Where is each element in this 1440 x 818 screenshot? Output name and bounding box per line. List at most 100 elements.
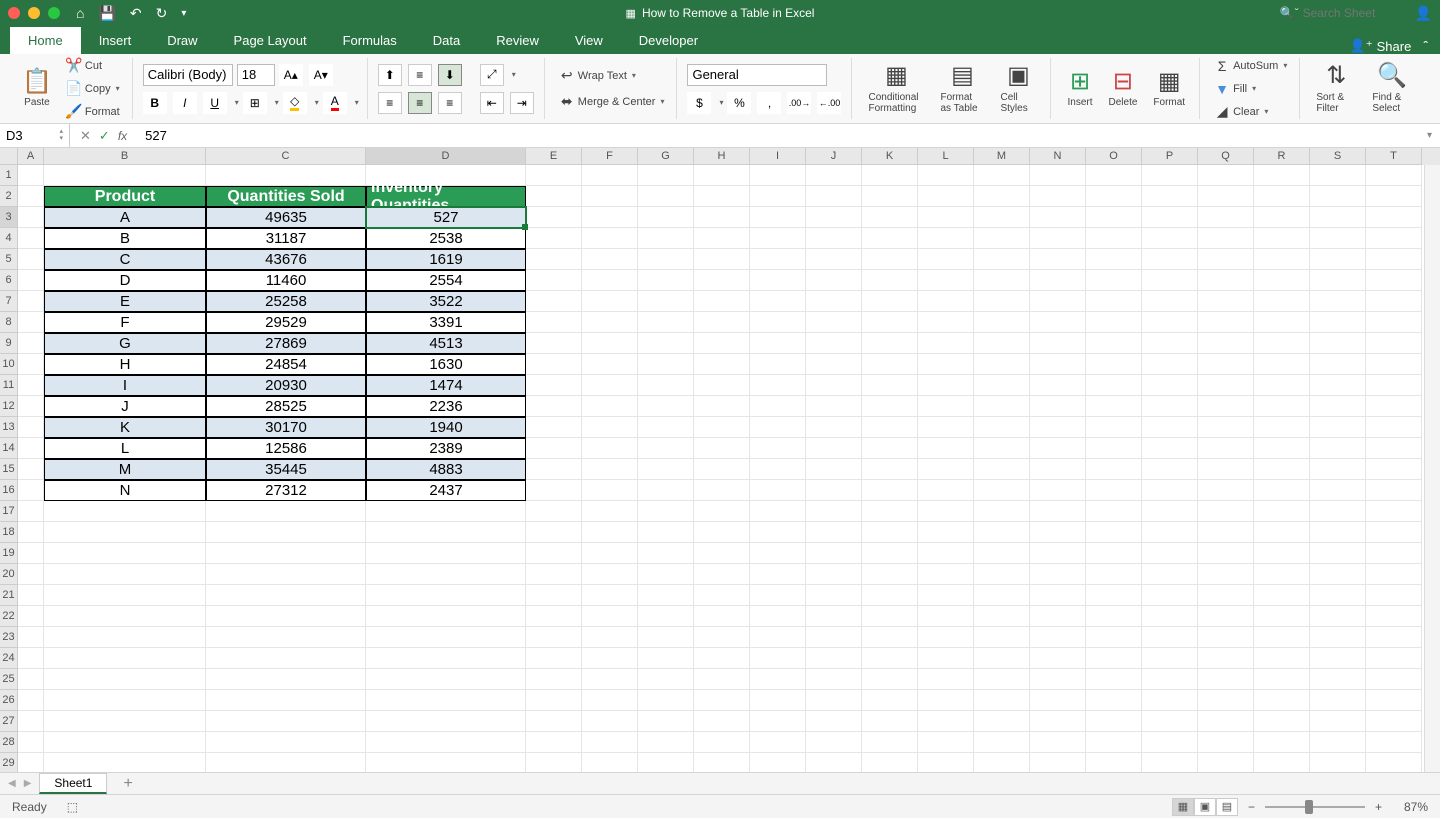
cell[interactable] — [1254, 564, 1310, 585]
column-header[interactable]: H — [694, 148, 750, 165]
cell[interactable] — [18, 249, 44, 270]
cell[interactable] — [1198, 186, 1254, 207]
cell[interactable] — [806, 312, 862, 333]
cell[interactable] — [582, 501, 638, 522]
cell[interactable] — [1254, 480, 1310, 501]
column-header[interactable]: R — [1254, 148, 1310, 165]
cell[interactable] — [18, 291, 44, 312]
maximize-window-button[interactable] — [48, 7, 60, 19]
cell[interactable] — [1310, 711, 1366, 732]
cell[interactable] — [974, 501, 1030, 522]
cell[interactable] — [1030, 312, 1086, 333]
cell[interactable] — [638, 249, 694, 270]
cell[interactable] — [918, 207, 974, 228]
save-icon[interactable]: 💾 — [98, 5, 115, 22]
table-cell[interactable]: I — [44, 375, 206, 396]
ribbon-tab-developer[interactable]: Developer — [621, 27, 716, 54]
cell[interactable] — [1254, 165, 1310, 186]
cell[interactable] — [974, 648, 1030, 669]
cell[interactable] — [1030, 648, 1086, 669]
cell[interactable] — [638, 732, 694, 753]
cell[interactable] — [750, 228, 806, 249]
cell[interactable] — [526, 753, 582, 772]
cell[interactable] — [582, 165, 638, 186]
orientation-button[interactable]: ⤢ — [480, 64, 504, 86]
column-header[interactable]: B — [44, 148, 206, 165]
cell[interactable] — [582, 627, 638, 648]
cell[interactable] — [1142, 459, 1198, 480]
table-cell[interactable]: 4513 — [366, 333, 526, 354]
cell[interactable] — [18, 753, 44, 772]
cell[interactable] — [582, 207, 638, 228]
column-header[interactable]: S — [1310, 148, 1366, 165]
cell[interactable] — [862, 417, 918, 438]
cell[interactable] — [1142, 606, 1198, 627]
fill-button[interactable]: ▼Fill▾ — [1210, 79, 1291, 99]
cell[interactable] — [1142, 396, 1198, 417]
cell[interactable] — [582, 711, 638, 732]
cell-styles-button[interactable]: ▣Cell Styles — [994, 61, 1042, 115]
cell[interactable] — [750, 165, 806, 186]
cell[interactable] — [1086, 753, 1142, 772]
cell[interactable] — [862, 333, 918, 354]
fx-button[interactable]: fx — [118, 129, 127, 143]
cell[interactable] — [18, 501, 44, 522]
cell[interactable] — [18, 375, 44, 396]
cell[interactable] — [582, 585, 638, 606]
cell[interactable] — [1366, 585, 1422, 606]
normal-view-button[interactable]: ▦ — [1172, 798, 1194, 816]
cell[interactable] — [206, 543, 366, 564]
column-header[interactable]: G — [638, 148, 694, 165]
cell[interactable] — [366, 753, 526, 772]
cell[interactable] — [18, 333, 44, 354]
cell[interactable] — [1254, 270, 1310, 291]
cell[interactable] — [1254, 753, 1310, 772]
cell[interactable] — [638, 165, 694, 186]
cell[interactable] — [1086, 711, 1142, 732]
cell[interactable] — [44, 522, 206, 543]
cell[interactable] — [638, 648, 694, 669]
cell[interactable] — [694, 333, 750, 354]
enter-formula-button[interactable]: ✓ — [99, 128, 110, 144]
cell[interactable] — [806, 564, 862, 585]
redo-icon[interactable]: ↻ — [156, 5, 168, 22]
increase-indent-button[interactable]: ⇥ — [510, 92, 534, 114]
cell[interactable] — [974, 333, 1030, 354]
cell[interactable] — [206, 753, 366, 772]
table-cell[interactable]: C — [44, 249, 206, 270]
cell[interactable] — [806, 249, 862, 270]
cell[interactable] — [1086, 669, 1142, 690]
table-cell[interactable]: 3522 — [366, 291, 526, 312]
cell[interactable] — [18, 165, 44, 186]
cell[interactable] — [1030, 396, 1086, 417]
cell[interactable] — [582, 606, 638, 627]
cell[interactable] — [1310, 669, 1366, 690]
formula-input[interactable] — [137, 128, 1419, 143]
insert-cells-button[interactable]: ⊞Insert — [1061, 67, 1098, 110]
cell[interactable] — [974, 627, 1030, 648]
cell[interactable] — [694, 543, 750, 564]
chevron-down-icon[interactable]: ▾ — [275, 98, 279, 107]
cells-area[interactable]: ProductQuantities SoldInventory Quantiti… — [18, 165, 1440, 772]
cell[interactable] — [974, 711, 1030, 732]
table-cell[interactable]: 12586 — [206, 438, 366, 459]
cell[interactable] — [1142, 690, 1198, 711]
column-header[interactable]: A — [18, 148, 44, 165]
table-cell[interactable]: 2236 — [366, 396, 526, 417]
cell[interactable] — [526, 480, 582, 501]
cell[interactable] — [44, 732, 206, 753]
font-name-select[interactable] — [143, 64, 233, 86]
cell[interactable] — [750, 270, 806, 291]
cell[interactable] — [1086, 396, 1142, 417]
page-layout-view-button[interactable]: ▣ — [1194, 798, 1216, 816]
cell[interactable] — [638, 312, 694, 333]
cell[interactable] — [1086, 438, 1142, 459]
cell[interactable] — [806, 228, 862, 249]
cell[interactable] — [582, 543, 638, 564]
cell[interactable] — [1030, 732, 1086, 753]
merge-center-button[interactable]: ⬌Merge & Center▾ — [555, 92, 669, 112]
cell[interactable] — [1366, 207, 1422, 228]
cell[interactable] — [806, 585, 862, 606]
row-header[interactable]: 20 — [0, 564, 18, 585]
cell[interactable] — [1366, 312, 1422, 333]
